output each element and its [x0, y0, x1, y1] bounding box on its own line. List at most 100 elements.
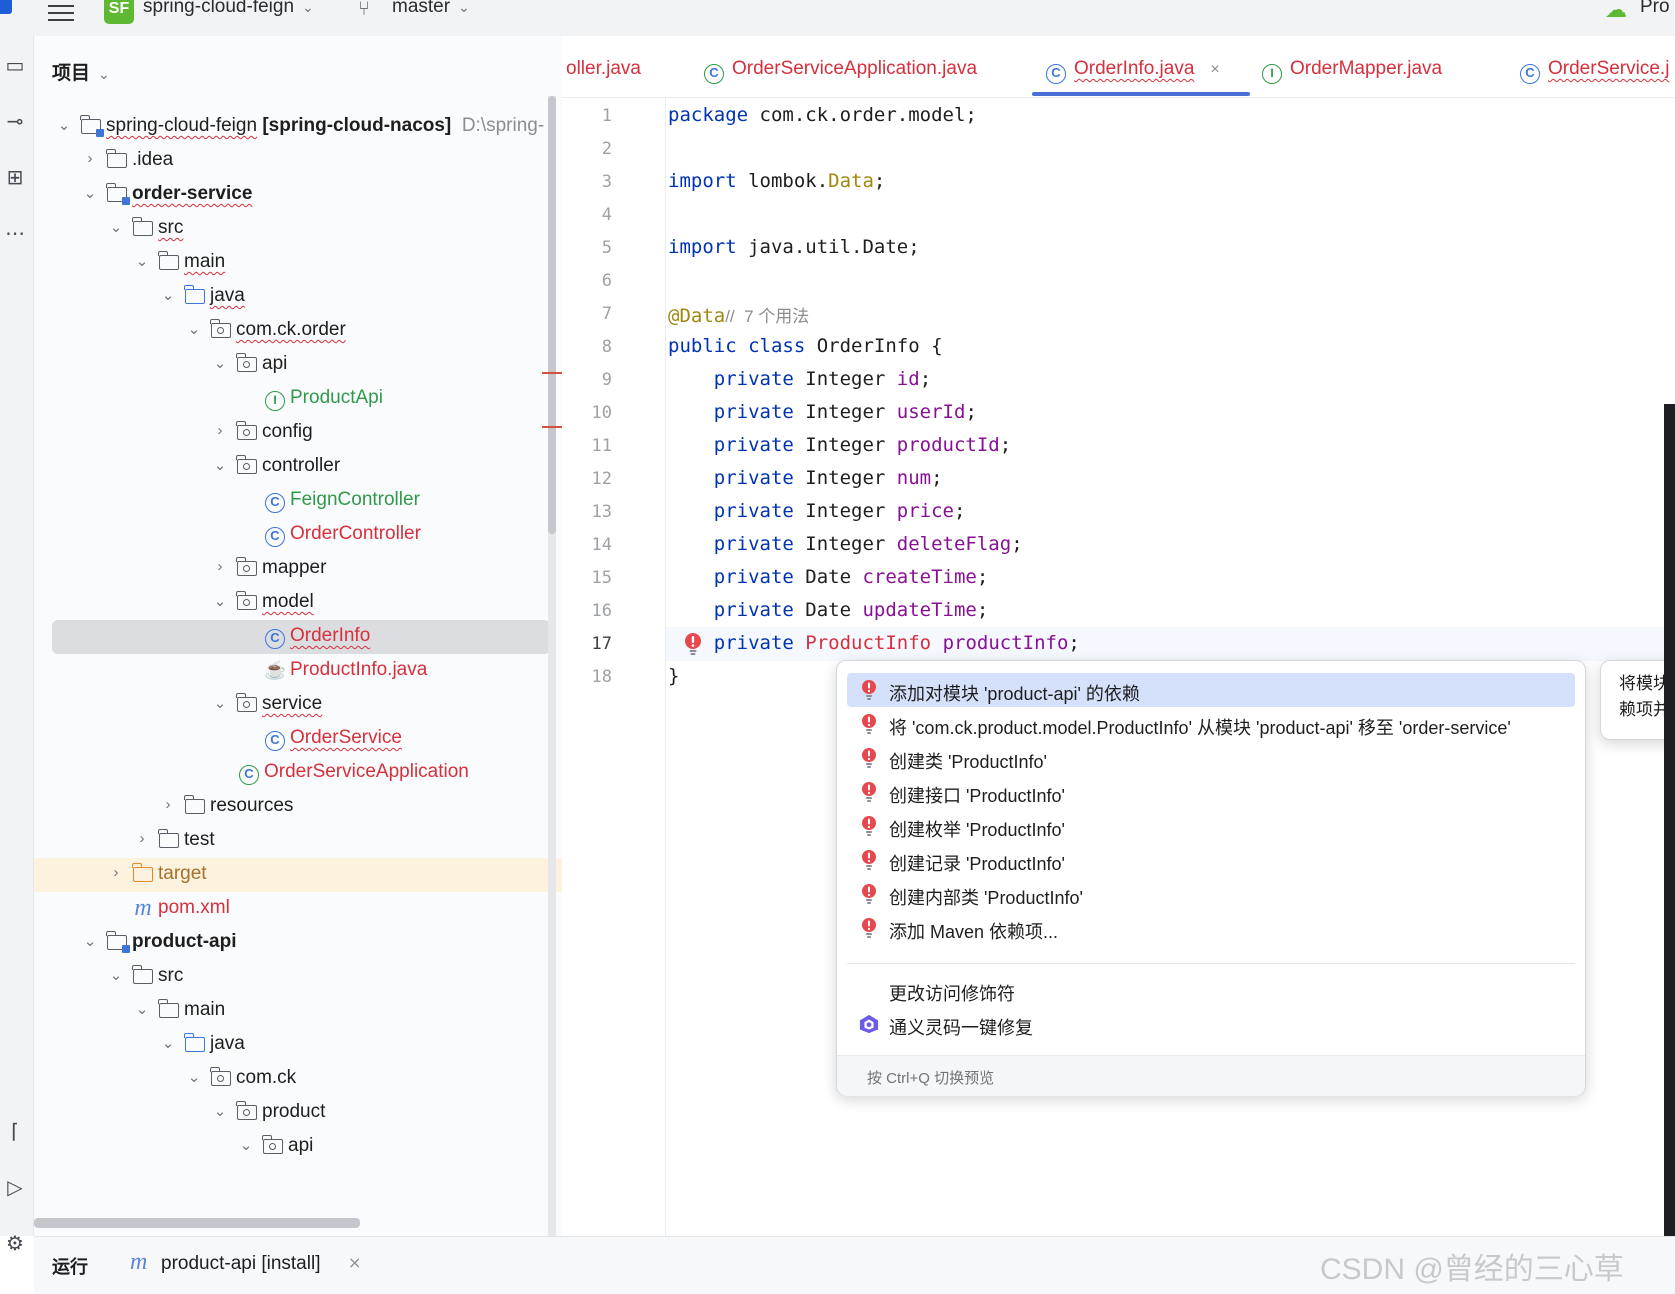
- chevron-right-icon[interactable]: ›: [158, 796, 178, 813]
- unresolved-reference[interactable]: ProductInfo: [794, 632, 931, 654]
- class-icon: C: [1520, 64, 1540, 84]
- tree-item-api-2[interactable]: ⌄ api: [34, 1130, 562, 1164]
- tree-item-productinfo-java[interactable]: ☕ ProductInfo.java: [34, 654, 562, 688]
- chevron-down-icon[interactable]: ⌄: [158, 1034, 178, 1052]
- chevron-right-icon[interactable]: ›: [80, 150, 100, 167]
- chevron-down-icon[interactable]: ⌄: [184, 1068, 204, 1086]
- project-scrollbar[interactable]: [548, 96, 556, 1236]
- tree-item-product-api[interactable]: ⌄ product-api: [34, 926, 562, 960]
- error-stripe-mark[interactable]: [542, 372, 562, 374]
- chevron-down-icon[interactable]: ⌄: [184, 320, 204, 338]
- tree-item-java-2[interactable]: ⌄ java: [34, 1028, 562, 1062]
- ide-logo[interactable]: [0, 0, 12, 14]
- project-panel-title[interactable]: 项目 ⌄: [52, 58, 110, 85]
- editor-gutter[interactable]: 1 2 3 4 5 6 7 8 9 10 11 12 13 14 15 16 1…: [562, 98, 666, 1236]
- tree-item-model[interactable]: ⌄ model: [34, 586, 562, 620]
- tree-item-pom[interactable]: m pom.xml: [34, 892, 562, 926]
- chevron-right-icon[interactable]: ›: [210, 422, 230, 439]
- chevron-down-icon[interactable]: ⌄: [210, 1102, 230, 1120]
- code-token: Integer: [793, 401, 897, 423]
- chevron-down-icon[interactable]: ⌄: [80, 184, 100, 202]
- intention-create-record[interactable]: 创建记录 'ProductInfo': [847, 843, 1575, 877]
- error-stripe-mark[interactable]: [542, 426, 562, 428]
- chevron-down-icon[interactable]: ⌄: [106, 966, 126, 984]
- tree-item-orderservice[interactable]: C OrderService: [34, 722, 562, 756]
- tree-item-src-2[interactable]: ⌄ src: [34, 960, 562, 994]
- tree-item-main-2[interactable]: ⌄ main: [34, 994, 562, 1028]
- scrollbar-thumb[interactable]: [34, 1218, 360, 1228]
- main-menu-icon[interactable]: [48, 2, 74, 22]
- tree-item-com-ck-order[interactable]: ⌄ com.ck.order: [34, 314, 562, 348]
- project-selector[interactable]: spring-cloud-feign ⌄: [143, 0, 314, 18]
- tab-ordermapper[interactable]: I OrderMapper.java: [1262, 58, 1442, 84]
- tree-item-java[interactable]: ⌄ java: [34, 280, 562, 314]
- tree-item-resources[interactable]: › resources: [34, 790, 562, 824]
- more-icon[interactable]: ⋯: [0, 218, 30, 248]
- intention-lingma-fix[interactable]: 通义灵码一键修复: [847, 1007, 1575, 1041]
- chevron-down-icon[interactable]: ⌄: [210, 694, 230, 712]
- tree-item-controller[interactable]: ⌄ controller: [34, 450, 562, 484]
- tree-item-api[interactable]: ⌄ api: [34, 348, 562, 382]
- chevron-down-icon[interactable]: ⌄: [54, 116, 74, 134]
- chevron-down-icon[interactable]: ⌄: [210, 592, 230, 610]
- intention-create-class[interactable]: 创建类 'ProductInfo': [847, 741, 1575, 775]
- intention-move-class[interactable]: 将 'com.ck.product.model.ProductInfo' 从模块…: [847, 707, 1575, 741]
- run-tab-label[interactable]: product-api [install]: [161, 1253, 320, 1275]
- chevron-down-icon[interactable]: ⌄: [80, 932, 100, 950]
- tree-item-test[interactable]: › test: [34, 824, 562, 858]
- structure-icon[interactable]: ⊞: [0, 162, 30, 192]
- tree-item-feigncontroller[interactable]: C FeignController: [34, 484, 562, 518]
- chevron-right-icon[interactable]: ›: [106, 864, 126, 881]
- maven-icon[interactable]: ⌈: [0, 1116, 30, 1146]
- chevron-down-icon[interactable]: ⌄: [236, 1136, 256, 1154]
- intention-create-interface[interactable]: 创建接口 'ProductInfo': [847, 775, 1575, 809]
- project-hscrollbar[interactable]: [34, 1218, 562, 1228]
- tree-item-ordercontroller[interactable]: C OrderController: [34, 518, 562, 552]
- run-config-selector[interactable]: Pro: [1640, 0, 1670, 18]
- intention-create-enum[interactable]: 创建枚举 'ProductInfo': [847, 809, 1575, 843]
- tree-item-root[interactable]: ⌄ spring-cloud-feign [spring-cloud-nacos…: [34, 110, 562, 144]
- chevron-down-icon[interactable]: ⌄: [106, 218, 126, 236]
- usages-hint[interactable]: // 7 个用法: [725, 307, 809, 326]
- services-icon[interactable]: ⚙: [0, 1228, 30, 1258]
- commit-icon[interactable]: ⊸: [0, 106, 30, 136]
- tab-orderserviceapplication[interactable]: C OrderServiceApplication.java: [704, 58, 977, 84]
- project-folder-icon[interactable]: ▭: [0, 50, 30, 80]
- intention-add-module-dependency[interactable]: 添加对模块 'product-api' 的依赖: [847, 673, 1575, 707]
- tree-item-mapper[interactable]: › mapper: [34, 552, 562, 586]
- close-icon[interactable]: ×: [348, 1253, 361, 1272]
- chevron-down-icon[interactable]: ⌄: [210, 456, 230, 474]
- scrollbar-thumb[interactable]: [548, 96, 556, 534]
- tree-item-orderinfo[interactable]: C OrderInfo: [52, 620, 550, 654]
- chevron-right-icon[interactable]: ›: [132, 830, 152, 847]
- tree-item-product[interactable]: ⌄ product: [34, 1096, 562, 1130]
- code-token: userId: [896, 401, 966, 423]
- chevron-down-icon[interactable]: ⌄: [132, 1000, 152, 1018]
- tree-item-target[interactable]: › target: [34, 858, 562, 892]
- tab-orderinfo[interactable]: C OrderInfo.java ×: [1046, 58, 1220, 84]
- tree-item-main[interactable]: ⌄ main: [34, 246, 562, 280]
- project-badge[interactable]: SF: [104, 0, 134, 24]
- tab-controller[interactable]: oller.java: [566, 58, 641, 80]
- chevron-down-icon[interactable]: ⌄: [158, 286, 178, 304]
- tree-item-order-service[interactable]: ⌄ order-service: [34, 178, 562, 212]
- tree-item-idea[interactable]: › .idea: [34, 144, 562, 178]
- intention-create-inner-class[interactable]: 创建内部类 'ProductInfo': [847, 877, 1575, 911]
- close-icon[interactable]: ×: [1210, 61, 1219, 78]
- intention-change-access-modifier[interactable]: 更改访问修饰符: [847, 973, 1575, 1007]
- branch-selector[interactable]: master ⌄: [392, 0, 470, 18]
- code-token: private: [668, 434, 794, 456]
- code-token: deleteFlag: [896, 533, 1012, 555]
- chevron-down-icon[interactable]: ⌄: [132, 252, 152, 270]
- tree-item-config[interactable]: › config: [34, 416, 562, 450]
- tree-item-service[interactable]: ⌄ service: [34, 688, 562, 722]
- chevron-right-icon[interactable]: ›: [210, 558, 230, 575]
- tree-item-src[interactable]: ⌄ src: [34, 212, 562, 246]
- tree-item-com-ck[interactable]: ⌄ com.ck: [34, 1062, 562, 1096]
- chevron-down-icon[interactable]: ⌄: [210, 354, 230, 372]
- intention-add-maven-dependency[interactable]: 添加 Maven 依赖项...: [847, 911, 1575, 945]
- run-icon[interactable]: ▷: [0, 1172, 30, 1202]
- tree-item-productapi[interactable]: I ProductApi: [34, 382, 562, 416]
- tab-orderservice[interactable]: C OrderService.j: [1520, 58, 1669, 84]
- tree-item-orderserviceapplication[interactable]: C OrderServiceApplication: [34, 756, 562, 790]
